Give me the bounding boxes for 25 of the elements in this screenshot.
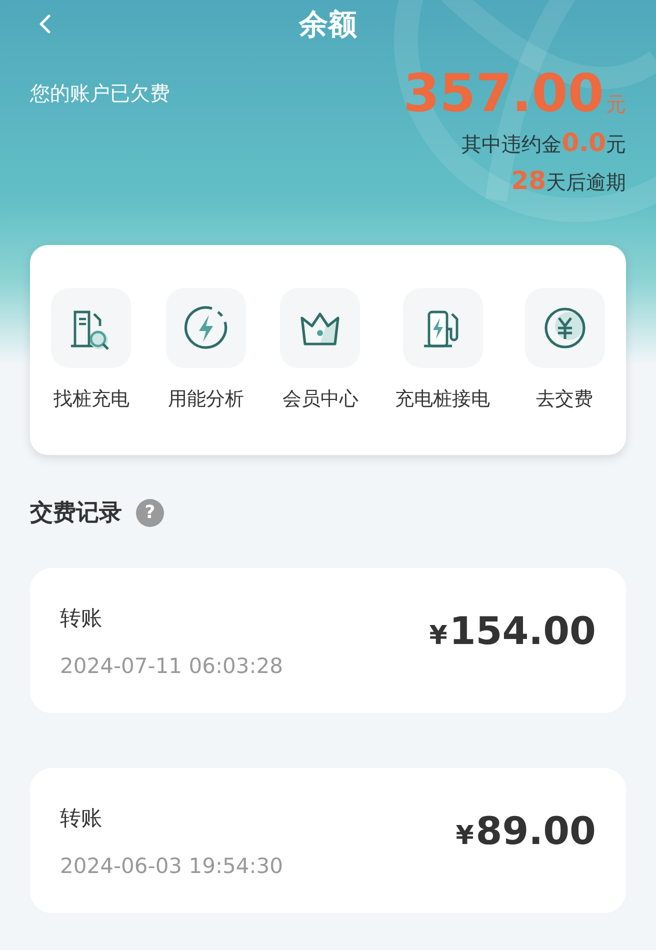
record-type: 转账 [60, 804, 103, 832]
service-icon-tile[interactable] [402, 288, 483, 368]
record-time: 2024-07-11 06:03:28 [60, 654, 284, 678]
balance-amount: 357.00 元 [403, 68, 626, 120]
service-icon-tile[interactable] [51, 288, 132, 368]
service-icon-tile[interactable] [524, 288, 605, 368]
record-amount: ¥89.00 [456, 808, 596, 852]
due-text: 28天后逾期 [511, 166, 626, 196]
service-label[interactable]: 充电桩接电 [395, 386, 490, 412]
service-label[interactable]: 去交费 [536, 386, 594, 412]
payment-record-card[interactable]: 转账 2024-07-11 06:03:28 ¥154.00 [30, 568, 626, 713]
service-icon-tile[interactable] [280, 288, 360, 368]
record-amount: ¥154.00 [429, 608, 596, 652]
payment-record-card[interactable]: 转账 2024-06-03 19:54:30 ¥89.00 [30, 768, 626, 913]
record-type: 转账 [60, 604, 103, 632]
penalty-text: 其中违约金0.0元 [462, 128, 626, 158]
service-label[interactable]: 找桩充电 [53, 386, 130, 412]
lightning-circle-icon [182, 304, 230, 352]
service-icon-tile[interactable] [166, 288, 246, 368]
record-time: 2024-06-03 19:54:30 [60, 854, 284, 878]
service-label[interactable]: 会员中心 [282, 386, 358, 412]
section-title: 交费记录 [30, 499, 122, 528]
page-title: 余额 [299, 6, 357, 43]
service-label[interactable]: 用能分析 [168, 386, 244, 412]
arrears-message: 您的账户已欠费 [30, 80, 170, 107]
